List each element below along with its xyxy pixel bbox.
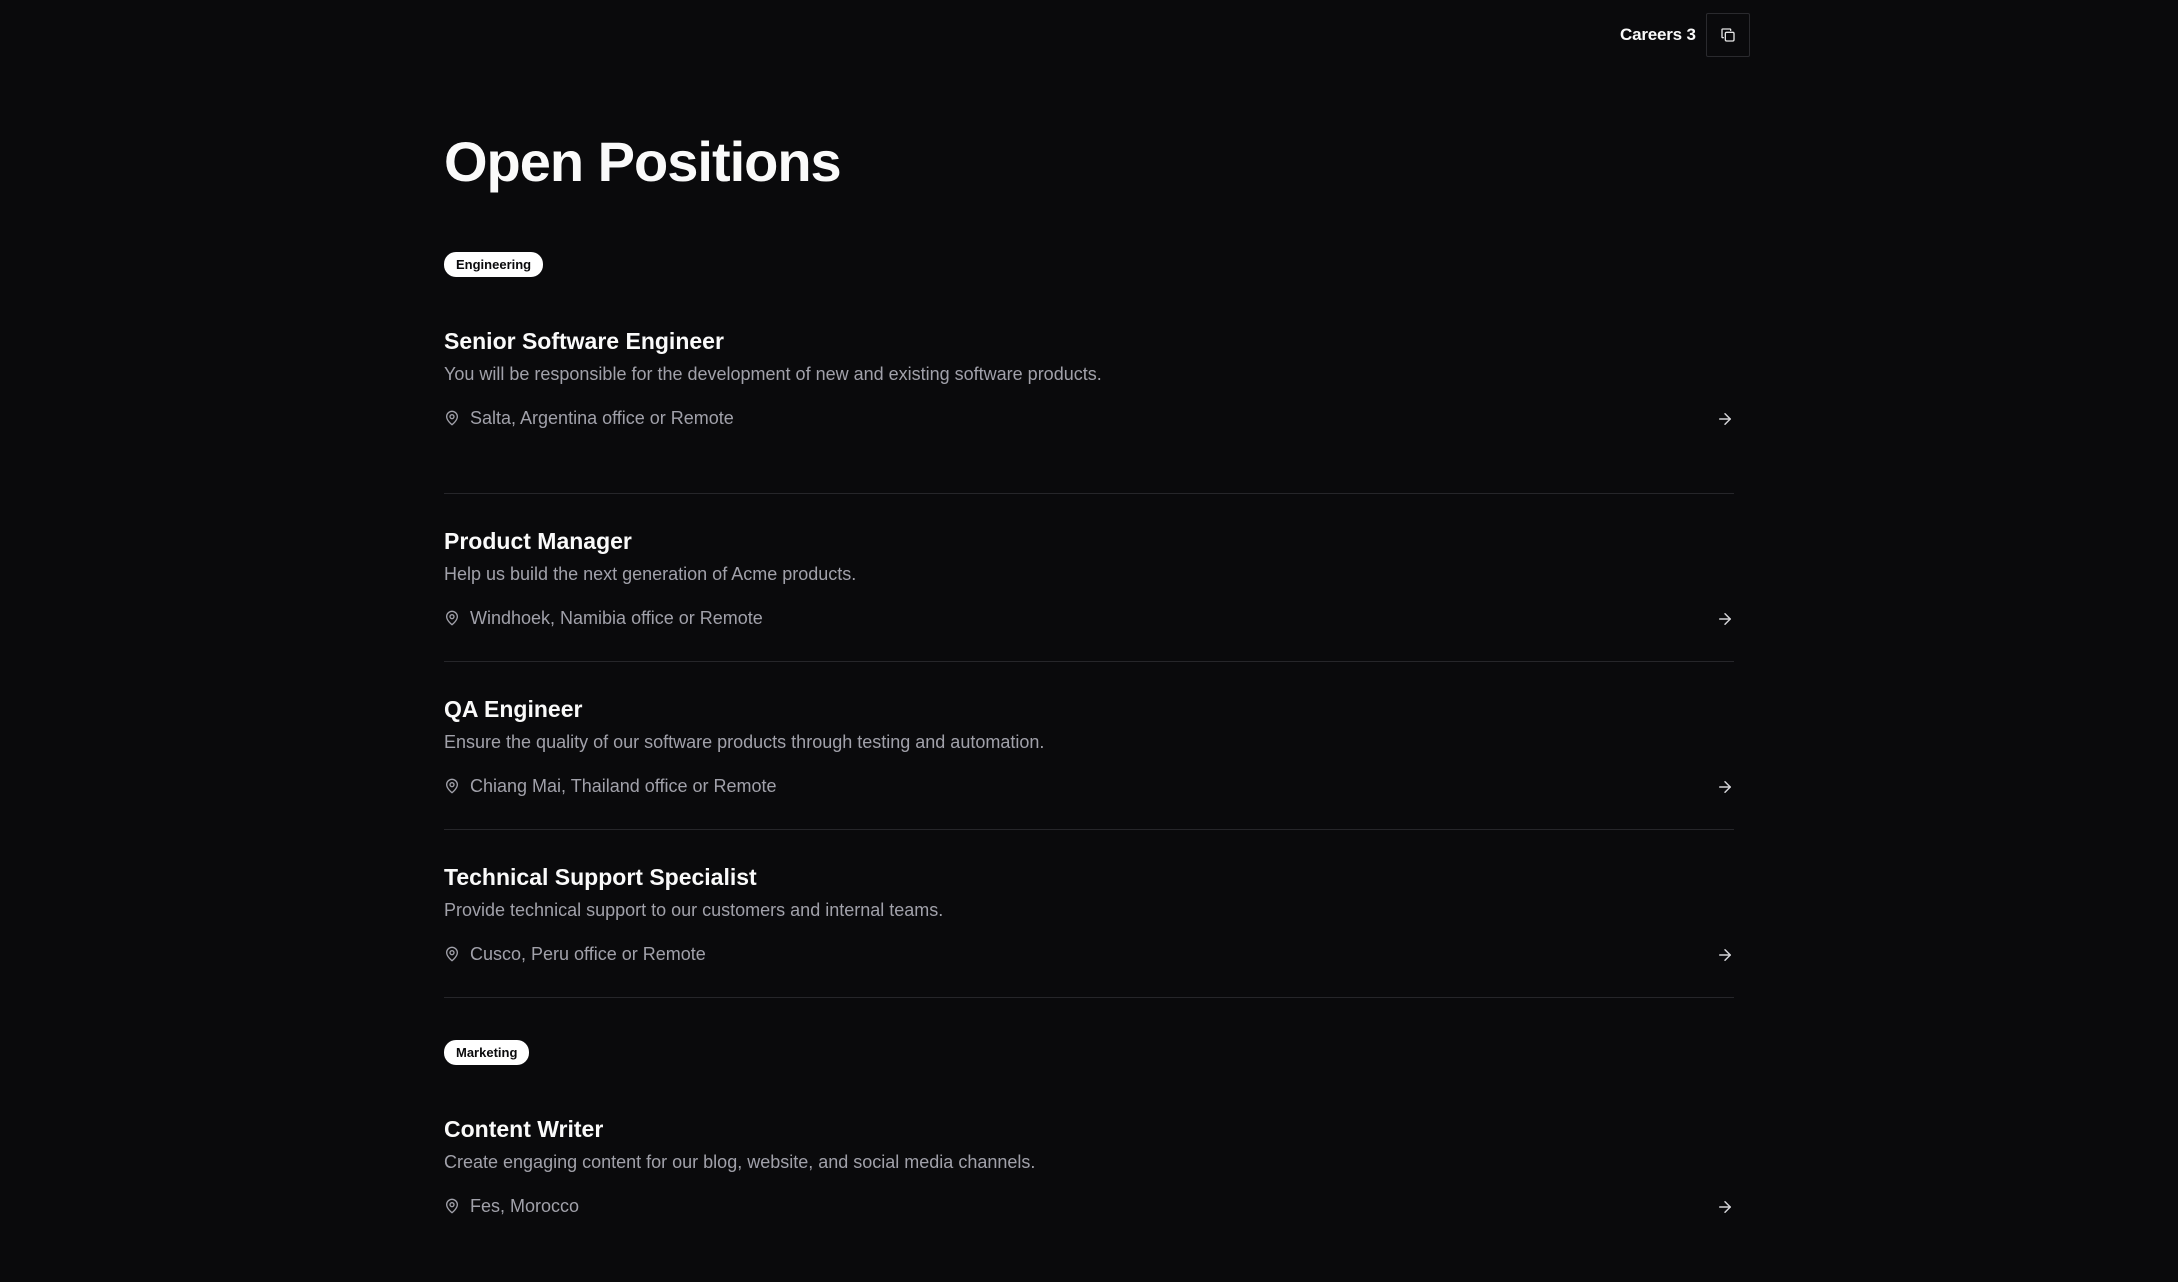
copy-icon (1721, 28, 1735, 42)
category-badge: Marketing (444, 1040, 530, 1065)
arrow-right-icon (1719, 781, 1731, 793)
copy-button[interactable] (1705, 13, 1750, 57)
job-listing[interactable]: Technical Support Specialist Provide tec… (444, 830, 1734, 998)
job-location: Chiang Mai, Thailand office or Remote (444, 774, 777, 798)
job-description: Create engaging content for our blog, we… (444, 1152, 1036, 1172)
top-bar: Careers 3 (1620, 13, 1750, 57)
job-location: Salta, Argentina office or Remote (444, 406, 734, 430)
job-listing[interactable]: Content Writer Create engaging content f… (444, 1114, 1734, 1282)
job-title: Senior Software Engineer (444, 328, 724, 354)
arrow-right-icon (1719, 949, 1731, 961)
job-title: QA Engineer (444, 696, 583, 722)
arrow-right-icon (1719, 413, 1731, 425)
job-title: Content Writer (444, 1116, 604, 1142)
job-description: You will be responsible for the developm… (444, 364, 1102, 384)
job-listing[interactable]: QA Engineer Ensure the quality of our so… (444, 662, 1734, 830)
site-title: Careers 3 (1620, 25, 1696, 44)
section-engineering: Engineering Senior Software Engineer You… (444, 252, 1734, 998)
arrow-right-icon (1719, 613, 1731, 625)
job-location: Windhoek, Namibia office or Remote (444, 606, 763, 630)
job-description: Help us build the next generation of Acm… (444, 564, 857, 584)
map-pin-icon (446, 410, 458, 426)
map-pin-icon (446, 1198, 458, 1214)
page-title: Open Positions (444, 130, 842, 193)
job-location-text: Salta, Argentina office or Remote (470, 408, 734, 428)
job-listing[interactable]: Senior Software Engineer You will be res… (444, 326, 1734, 494)
job-listing[interactable]: Product Manager Help us build the next g… (444, 494, 1734, 662)
section-marketing: Marketing Content Writer Create engaging… (444, 1040, 1734, 1216)
map-pin-icon (446, 778, 458, 794)
job-title: Product Manager (444, 528, 632, 554)
job-location: Cusco, Peru office or Remote (444, 942, 706, 966)
map-pin-icon (446, 946, 458, 962)
job-location: Fes, Morocco (444, 1194, 579, 1218)
job-location-text: Fes, Morocco (470, 1196, 580, 1216)
map-pin-icon (446, 610, 458, 626)
job-title: Technical Support Specialist (444, 864, 757, 890)
category-badge: Engineering (444, 252, 544, 277)
job-location-text: Chiang Mai, Thailand office or Remote (470, 776, 777, 796)
job-location-text: Cusco, Peru office or Remote (470, 944, 706, 964)
job-location-text: Windhoek, Namibia office or Remote (470, 608, 763, 628)
arrow-right-icon (1719, 1201, 1731, 1213)
job-description: Provide technical support to our custome… (444, 900, 944, 920)
job-description: Ensure the quality of our software produ… (444, 732, 1045, 752)
